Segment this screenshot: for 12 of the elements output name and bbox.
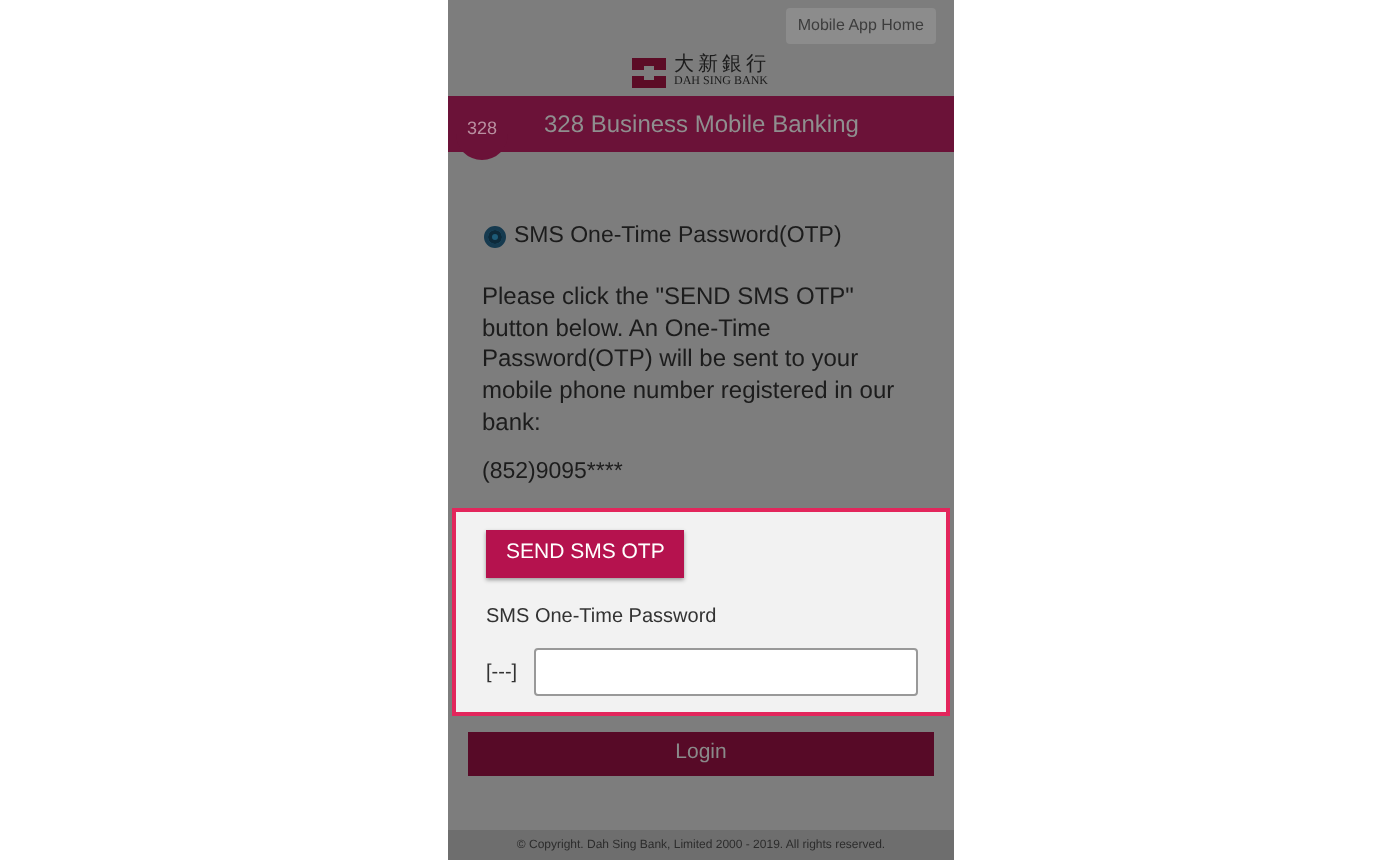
send-otp-button[interactable]: SEND SMS OTP (486, 530, 685, 579)
otp-input-field[interactable] (533, 648, 918, 697)
radio-button[interactable] (484, 226, 506, 249)
bank-logo-icon (632, 57, 666, 87)
home-link[interactable]: Mobile App Home (785, 8, 936, 44)
header-title: 328 Business Mobile Banking (544, 108, 859, 142)
phone-number: (852)9095**** (482, 458, 625, 489)
field-label: SMS One-Time Password (486, 604, 719, 633)
instructions-text: Please click the "SEND SMS OTP" button below. An One-Time Password(OTP) will be sent to your mobile phone number registered in our bank: (482, 282, 897, 439)
option-label: SMS One-Time Password(OTP) (514, 222, 842, 252)
field-prefix: [---] (486, 659, 518, 688)
bank-name-chinese: 大新銀行 (674, 56, 770, 76)
